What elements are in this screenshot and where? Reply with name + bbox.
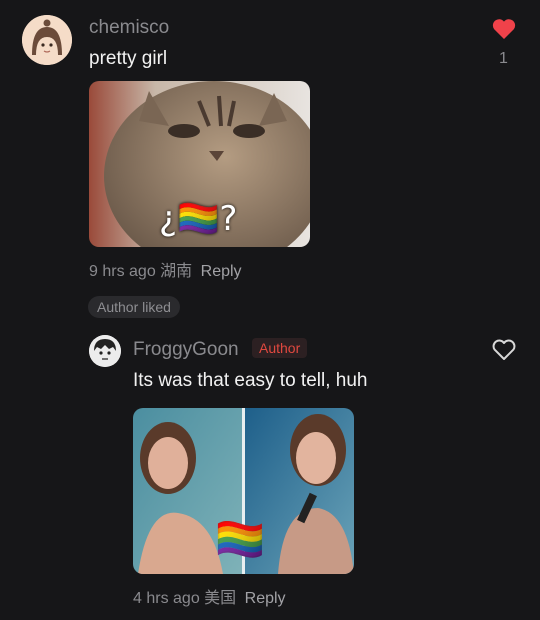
heart-outline-icon <box>492 339 516 360</box>
comment-username[interactable]: FroggyGoon <box>133 339 239 361</box>
comment-username[interactable]: chemisco <box>89 17 169 39</box>
comment-text: Its was that easy to tell, huh <box>133 370 368 391</box>
avatar[interactable] <box>22 15 72 65</box>
comment-meta: 9 hrs ago 湖南 Reply <box>89 257 242 281</box>
like-count: 1 <box>499 50 508 67</box>
like-button[interactable] <box>491 338 517 362</box>
heart-filled-icon <box>492 19 516 39</box>
author-liked-badge: Author liked <box>88 296 180 318</box>
comment-time: 9 hrs ago <box>89 263 156 280</box>
comment-time: 4 hrs ago <box>133 590 200 607</box>
comment-meta: 4 hrs ago 美国 Reply <box>133 584 286 608</box>
reply-button[interactable]: Reply <box>201 263 242 280</box>
comment-text: pretty girl <box>89 48 168 69</box>
avatar-illustration <box>89 335 121 367</box>
comment-image-cat[interactable]: ¿🏳️‍🌈? <box>89 81 310 247</box>
like-button[interactable] <box>491 17 517 41</box>
avatar-illustration <box>22 15 72 65</box>
reply-button[interactable]: Reply <box>245 590 286 607</box>
image-overlay-flag: 🏳️‍🌈 <box>215 517 265 563</box>
comment-location: 美国 <box>204 590 237 607</box>
image-overlay-text: ¿🏳️‍🌈? <box>159 199 238 239</box>
avatar[interactable] <box>89 335 121 367</box>
comment-image-photos[interactable]: 🏳️‍🌈 <box>133 408 354 574</box>
author-badge: Author <box>252 338 308 358</box>
comment-location: 湖南 <box>160 263 193 280</box>
